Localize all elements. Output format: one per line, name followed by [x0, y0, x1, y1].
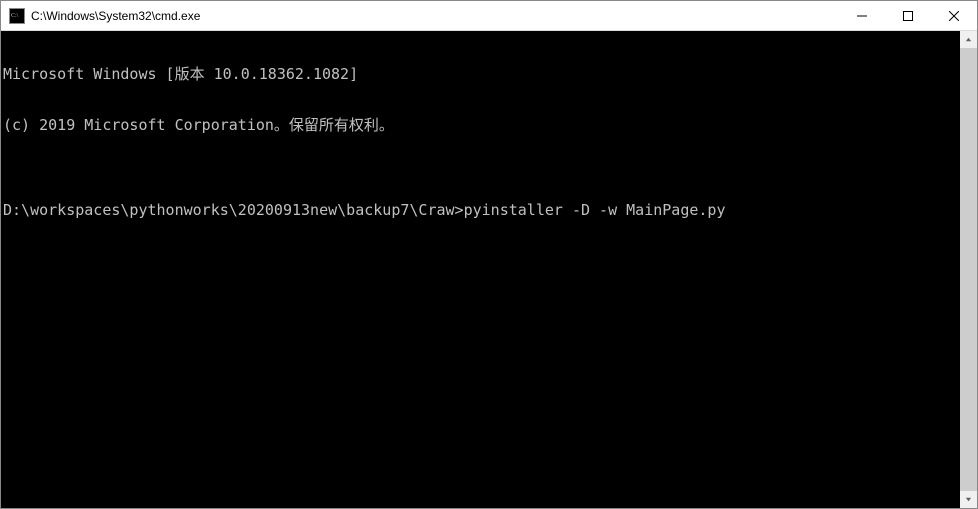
terminal-area[interactable]: Microsoft Windows [版本 10.0.18362.1082] (… [1, 31, 977, 508]
terminal-content[interactable]: Microsoft Windows [版本 10.0.18362.1082] (… [1, 31, 960, 508]
close-button[interactable] [931, 1, 977, 30]
scroll-up-button[interactable] [960, 31, 977, 48]
title-bar[interactable]: C:\ C:\Windows\System32\cmd.exe [1, 1, 977, 31]
scroll-down-button[interactable] [960, 491, 977, 508]
terminal-prompt-line: D:\workspaces\pythonworks\20200913new\ba… [3, 202, 960, 219]
terminal-line-copyright: (c) 2019 Microsoft Corporation。保留所有权利。 [3, 117, 960, 134]
window-title: C:\Windows\System32\cmd.exe [31, 9, 839, 23]
terminal-prompt: D:\workspaces\pythonworks\20200913new\ba… [3, 202, 464, 219]
minimize-button[interactable] [839, 1, 885, 30]
scrollbar-track[interactable] [960, 48, 977, 491]
terminal-line-version: Microsoft Windows [版本 10.0.18362.1082] [3, 66, 960, 83]
terminal-command-input[interactable]: pyinstaller -D -w MainPage.py [464, 202, 726, 219]
maximize-button[interactable] [885, 1, 931, 30]
cmd-icon: C:\ [9, 8, 25, 24]
scrollbar-thumb[interactable] [960, 48, 977, 491]
window-controls [839, 1, 977, 30]
vertical-scrollbar[interactable] [960, 31, 977, 508]
svg-text:C:\: C:\ [11, 13, 19, 19]
